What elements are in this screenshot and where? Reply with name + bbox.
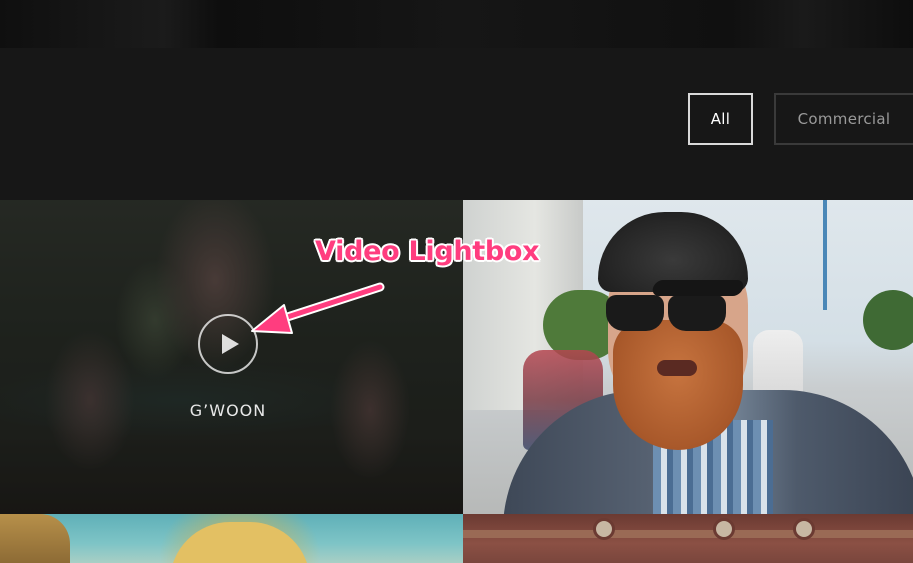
background-tree (863, 290, 913, 350)
previous-section-strip (0, 0, 913, 48)
thumbnail-object (793, 518, 815, 540)
sunglasses-lens (606, 295, 664, 331)
background-crane (823, 200, 827, 310)
play-icon (222, 334, 239, 354)
portfolio-tile-bottom-right[interactable] (463, 514, 913, 563)
man-beard (613, 320, 743, 450)
man-mouth (657, 360, 697, 376)
filter-commercial-button[interactable]: Commercial (774, 93, 913, 145)
thumbnail-object (713, 518, 735, 540)
thumbnail-object (593, 518, 615, 540)
thumbnail-person (170, 522, 310, 563)
filter-all-button[interactable]: All (688, 93, 753, 145)
thumbnail-object (0, 514, 70, 563)
thumbnail-object (463, 530, 913, 538)
sunglasses-lens (668, 295, 726, 331)
cap-brim (650, 280, 746, 296)
portfolio-tile-bottom-left[interactable] (0, 514, 463, 563)
annotation-arrow (251, 282, 385, 334)
annotation-label: Video Lightbox (315, 236, 540, 267)
tile-title: G’WOON (189, 401, 267, 420)
